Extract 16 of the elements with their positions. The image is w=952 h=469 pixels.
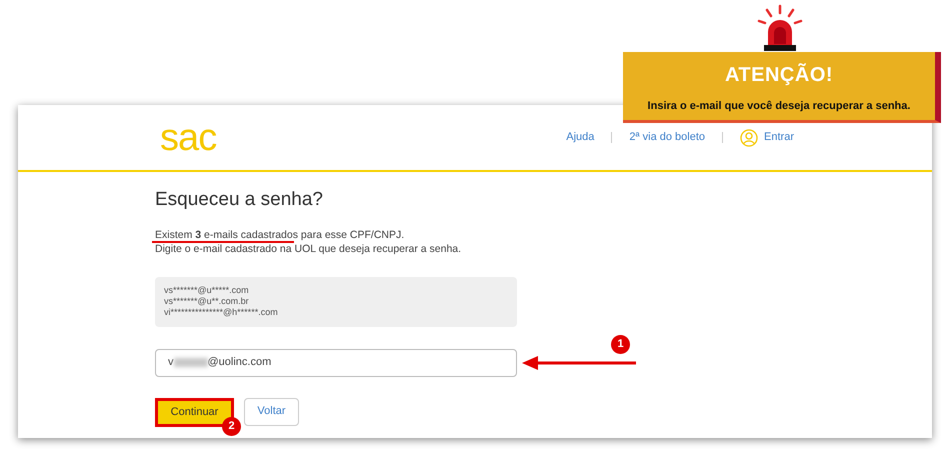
masked-email: vi***************@h******.com <box>164 306 279 318</box>
user-icon[interactable] <box>740 128 758 146</box>
intro-text: Existem 3 e-mails cadastrados para esse CPF/CNPJ. <box>155 228 406 242</box>
back-button[interactable]: Voltar <box>244 398 299 426</box>
email-field[interactable]: v @uolinc.com <box>155 348 517 376</box>
instruction-text: Digite o e-mail cadastrado na UOL que deseja recuperar a senha. <box>155 242 462 256</box>
sac-logo: sac <box>160 118 216 156</box>
nav-link[interactable]: Entrar <box>764 129 794 146</box>
page-title: Esqueceu a senha? <box>155 188 324 212</box>
masked-email: vs*******@u*****.com <box>164 284 250 296</box>
nav-link[interactable]: Ajuda <box>566 129 594 146</box>
callout-title: ATENÇÃO! <box>724 62 834 88</box>
siren-icon <box>755 4 805 52</box>
masked-email: vs*******@u**.com.br <box>164 296 250 306</box>
callout-text: Insira o e-mail que você deseja recuperar a senha. <box>648 99 910 114</box>
nav-link[interactable]: 2ª via do boleto <box>629 129 706 146</box>
